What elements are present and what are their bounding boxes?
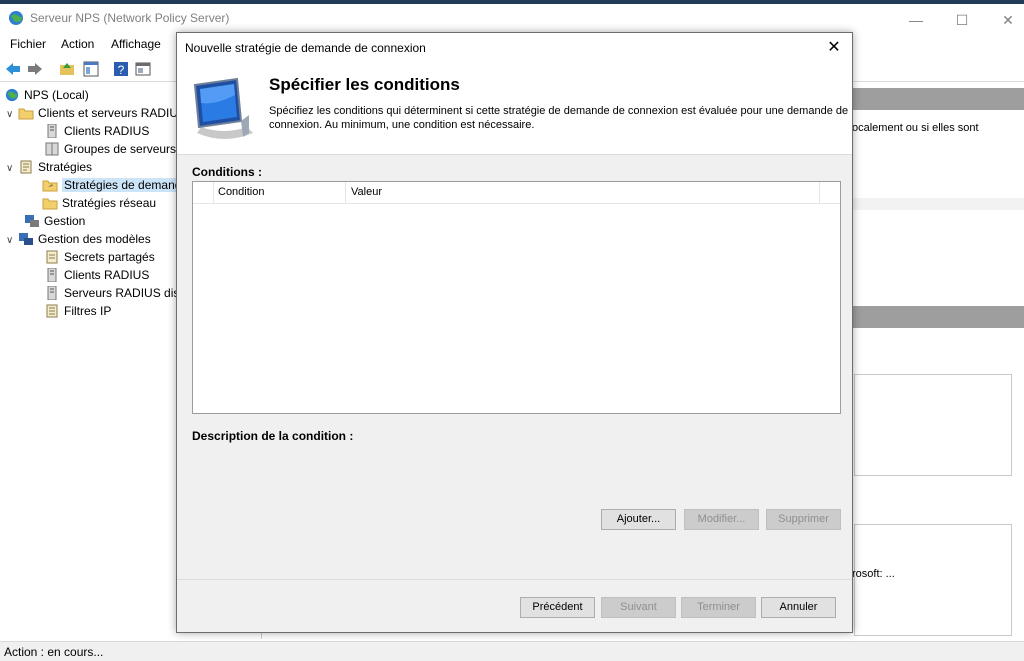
dialog-title: Nouvelle stratégie de demande de connexi… — [185, 41, 426, 55]
status-text: Action : en cours... — [4, 645, 104, 659]
details-section-band — [852, 306, 1024, 328]
column-header-condition[interactable]: Condition — [218, 186, 264, 198]
tree-item-clients-radius[interactable]: Clients RADIUS — [44, 122, 149, 140]
dialog-header: Spécifier les conditions Spécifiez les c… — [177, 63, 852, 155]
server-group-icon — [45, 142, 59, 156]
minimize-button[interactable]: — — [894, 8, 938, 32]
details-ms-text: rosoft: ... — [852, 568, 895, 580]
chevron-down-icon[interactable]: ∨ — [6, 160, 18, 178]
details-header-band — [852, 88, 1024, 110]
tree-item-clients-serveurs[interactable]: ∨ Clients et serveurs RADIU — [6, 104, 178, 122]
templates-icon — [19, 233, 33, 245]
conditions-list[interactable]: Condition Valeur — [192, 181, 841, 414]
tree-item-filtres-ip[interactable]: Filtres IP — [44, 302, 111, 320]
dialog-description: Spécifiez les conditions qui déterminent… — [269, 105, 849, 131]
condition-description-label: Description de la condition : — [192, 429, 354, 443]
computer-monitor-icon — [193, 77, 253, 139]
menu-fichier[interactable]: Fichier — [10, 37, 46, 51]
nps-globe-icon — [9, 11, 23, 25]
folder-open-icon — [42, 180, 58, 192]
previous-button[interactable]: Précédent — [520, 597, 595, 618]
details-description-text: ocalement ou si elles sont — [852, 122, 979, 134]
dialog-heading: Spécifier les conditions — [269, 75, 460, 94]
policy-scroll-icon — [20, 160, 32, 174]
forward-arrow-icon[interactable] — [26, 60, 44, 78]
column-divider — [213, 182, 214, 204]
column-divider — [345, 182, 346, 204]
folder-up-icon[interactable] — [58, 60, 76, 78]
window-titlebar: Serveur NPS (Network Policy Server) — ☐ … — [0, 4, 1024, 32]
properties-pane-icon[interactable] — [134, 60, 152, 78]
dialog-titlebar: Nouvelle stratégie de demande de connexi… — [177, 33, 852, 63]
edit-condition-button[interactable]: Modifier... — [684, 509, 759, 530]
delete-condition-button[interactable]: Supprimer — [766, 509, 841, 530]
maximize-button[interactable]: ☐ — [940, 8, 984, 32]
tree-item-clients-radius-modeles[interactable]: Clients RADIUS — [44, 266, 149, 284]
folder-icon — [18, 108, 34, 120]
management-icon — [25, 215, 39, 227]
secret-document-icon — [46, 250, 58, 264]
next-button[interactable]: Suivant — [601, 597, 676, 618]
finish-button[interactable]: Terminer — [681, 597, 756, 618]
cancel-button[interactable]: Annuler — [761, 597, 836, 618]
window-title: Serveur NPS (Network Policy Server) — [30, 11, 230, 25]
server-icon — [47, 286, 57, 300]
tree-item-strategies[interactable]: ∨ Stratégies — [6, 158, 92, 176]
tree-item-gestion-modeles[interactable]: ∨ Gestion des modèles — [6, 230, 151, 248]
server-icon — [47, 124, 57, 138]
dialog-close-button[interactable]: ✕ — [822, 37, 846, 59]
filter-document-icon — [46, 304, 58, 318]
menu-action[interactable]: Action — [61, 37, 94, 51]
menu-affichage[interactable]: Affichage — [111, 37, 161, 51]
close-window-button[interactable]: ✕ — [986, 8, 1024, 32]
tree-item-serveurs-radius[interactable]: Serveurs RADIUS dista — [44, 284, 189, 302]
conditions-list-header: Condition Valeur — [193, 182, 840, 204]
chevron-down-icon[interactable]: ∨ — [6, 106, 18, 124]
nps-globe-icon — [5, 88, 19, 102]
back-arrow-icon[interactable] — [4, 60, 22, 78]
details-row — [852, 198, 1024, 210]
svg-text:?: ? — [118, 63, 125, 77]
server-icon — [47, 268, 57, 282]
dialog-footer-separator — [177, 579, 852, 580]
tree-item-gestion[interactable]: Gestion — [24, 212, 85, 230]
tree-item-strategies-reseau[interactable]: Stratégies réseau — [42, 194, 156, 212]
conditions-label: Conditions : — [192, 165, 262, 179]
details-pane: ocalement ou si elles sont rosoft: ... — [852, 84, 1024, 639]
status-bar: Action : en cours... — [0, 641, 1024, 661]
tree-item-groupes-serveurs[interactable]: Groupes de serveurs R — [44, 140, 188, 158]
details-box-2 — [854, 524, 1012, 636]
chevron-down-icon[interactable]: ∨ — [6, 232, 18, 250]
tree-item-secrets-partages[interactable]: Secrets partagés — [44, 248, 155, 266]
show-hide-tree-icon[interactable] — [82, 60, 100, 78]
add-condition-button[interactable]: Ajouter... — [601, 509, 676, 530]
column-divider — [819, 182, 820, 204]
column-header-valeur[interactable]: Valeur — [351, 186, 382, 198]
help-icon[interactable]: ? — [112, 60, 130, 78]
folder-icon — [42, 198, 58, 210]
tree-item-nps-local[interactable]: NPS (Local) — [4, 86, 89, 104]
details-box — [854, 374, 1012, 476]
new-connection-request-policy-dialog: Nouvelle stratégie de demande de connexi… — [176, 32, 853, 633]
tree-item-strategies-demande[interactable]: Stratégies de demand — [42, 176, 184, 194]
